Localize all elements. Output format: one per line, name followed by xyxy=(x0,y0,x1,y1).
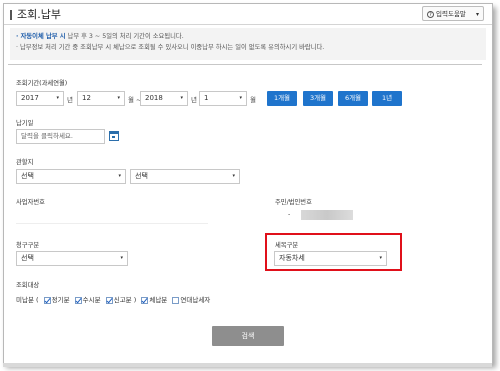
target-checkbox-row: 미납분 ( 정기분 수시분 신고분 ) 체납분 연대납세자 xyxy=(16,296,211,304)
unit-year-2: 년 xyxy=(191,96,197,104)
due-date-input[interactable]: 달력을 클릭하세요. xyxy=(16,129,105,144)
regular-checkbox[interactable] xyxy=(43,296,51,304)
period-3-month-button[interactable]: 3개월 xyxy=(303,91,333,106)
claim-type-label: 청구구분 xyxy=(16,242,40,249)
jurisdiction-select-2[interactable]: 선택 ▾ xyxy=(130,169,240,184)
occasional-checkbox[interactable] xyxy=(74,296,82,304)
business-number-input[interactable] xyxy=(16,208,208,224)
resident-number-label: 주민/법인번호 xyxy=(275,199,312,206)
jurisdiction-label: 관할지 xyxy=(16,159,34,166)
search-button[interactable]: 검색 xyxy=(212,326,284,346)
resident-number-dash: - xyxy=(288,211,291,218)
jurisdiction-select-1[interactable]: 선택 ▾ xyxy=(16,169,126,184)
claim-type-select[interactable]: 선택 ▾ xyxy=(16,251,128,266)
redacted-value xyxy=(301,210,353,220)
report-checkbox[interactable] xyxy=(105,296,113,304)
unit-month: 월 xyxy=(250,96,256,104)
tax-type-select[interactable]: 자동차세 ▾ xyxy=(274,251,387,266)
overdue-checkbox[interactable] xyxy=(141,296,149,304)
unit-year-1: 년 xyxy=(67,96,73,104)
from-year-select[interactable]: 2017 ▾ xyxy=(16,91,64,106)
period-6-month-button[interactable]: 6개월 xyxy=(338,91,368,106)
tax-type-label: 세목구분 xyxy=(275,242,299,249)
period-1-year-button[interactable]: 1년 xyxy=(372,91,402,106)
annual-checkbox[interactable] xyxy=(172,296,180,304)
search-form: 조회기간(과세연월) 2017 ▾ 년 12 ▾ 월 ~ 2018 ▾ 년 1 ▾ 월 … xyxy=(0,0,500,371)
calendar-icon[interactable] xyxy=(109,131,119,141)
from-month-select[interactable]: 12 ▾ xyxy=(77,91,125,106)
business-number-label: 사업자번호 xyxy=(16,199,45,206)
to-month-select[interactable]: 1 ▾ xyxy=(199,91,247,106)
period-1-month-button[interactable]: 1개월 xyxy=(267,91,297,106)
target-label: 조회대상 xyxy=(16,282,40,289)
period-label: 조회기간(과세연월) xyxy=(16,80,68,87)
form-divider xyxy=(8,64,482,65)
to-year-select[interactable]: 2018 ▾ xyxy=(140,91,188,106)
due-date-label: 납기일 xyxy=(16,120,34,127)
